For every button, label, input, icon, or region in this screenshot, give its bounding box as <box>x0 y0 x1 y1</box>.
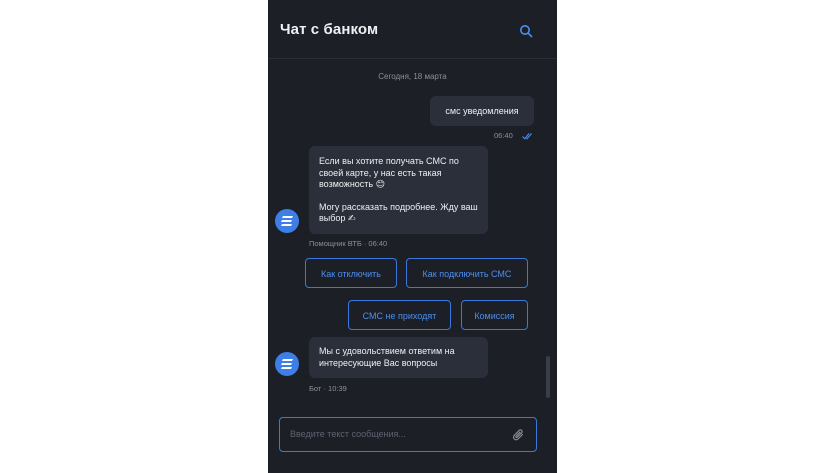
user-message-text: смс уведомления <box>445 106 519 116</box>
date-separator: Сегодня, 18 марта <box>378 72 447 81</box>
user-message-bubble: смс уведомления <box>430 96 534 126</box>
bot-avatar <box>275 352 299 376</box>
quick-reply-disable[interactable]: Как отключить <box>305 258 397 288</box>
message-input-placeholder: Введите текст сообщения... <box>290 429 406 439</box>
bot-message-meta: Бот · 10:39 <box>309 384 347 393</box>
chat-window: Чат с банком Сегодня, 18 марта смс уведо… <box>268 0 557 473</box>
bot-message-bubble: Если вы хотите получать СМС по своей кар… <box>309 146 488 234</box>
quick-reply-enable-sms[interactable]: Как подключить СМС <box>406 258 528 288</box>
quick-reply-commission[interactable]: Комиссия <box>461 300 528 330</box>
bot-avatar <box>275 209 299 233</box>
double-check-icon <box>522 133 532 140</box>
bot-message-paragraph: Могу рассказать подробнее. Жду ваш выбор… <box>319 201 478 224</box>
chat-header: Чат с банком <box>268 0 557 59</box>
bot-message-bubble: Мы с удовольствием ответим на интересующ… <box>309 337 488 378</box>
paperclip-icon[interactable] <box>512 428 525 442</box>
page-title: Чат с банком <box>280 21 379 38</box>
bank-logo-icon <box>281 216 293 226</box>
search-icon[interactable] <box>519 24 533 38</box>
bot-message-text: Мы с удовольствием ответим на интересующ… <box>319 346 455 368</box>
bank-logo-icon <box>281 359 293 369</box>
scrollbar[interactable] <box>546 356 550 398</box>
message-input[interactable]: Введите текст сообщения... <box>279 417 537 452</box>
quick-reply-sms-not-arriving[interactable]: СМС не приходят <box>348 300 451 330</box>
bot-message-paragraph: Если вы хотите получать СМС по своей кар… <box>319 156 459 189</box>
bot-message-meta: Помощник ВТБ · 06:40 <box>309 239 388 248</box>
user-message-time: 06:40 <box>494 131 513 140</box>
